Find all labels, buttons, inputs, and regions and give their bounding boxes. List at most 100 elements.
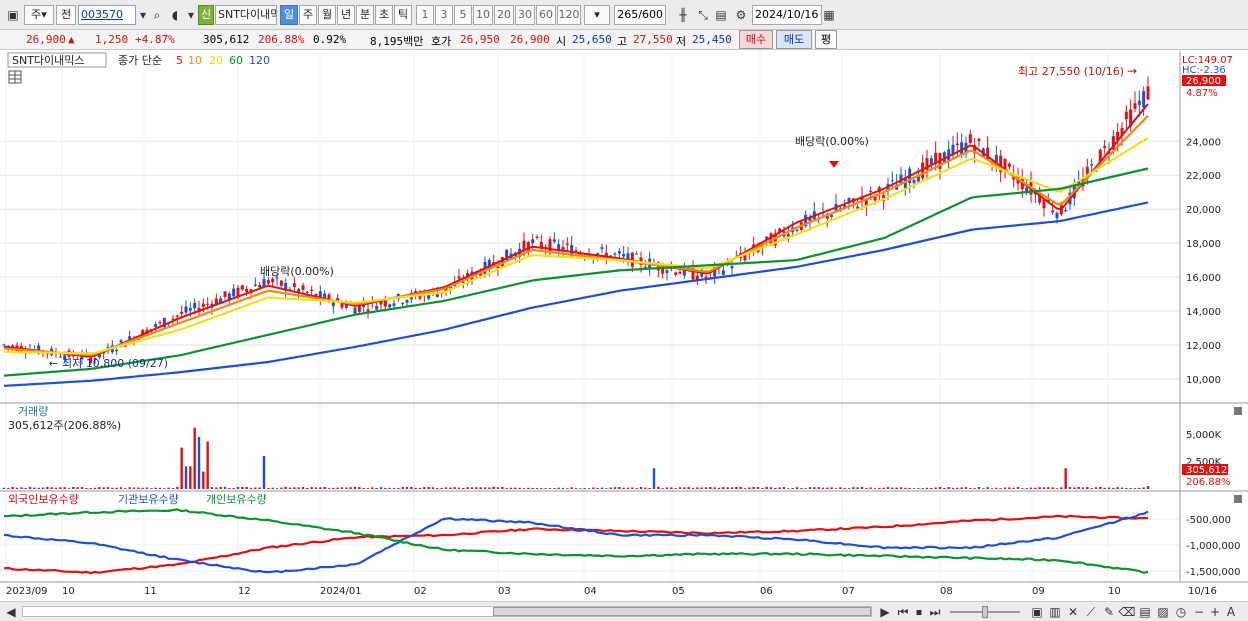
volume-bar xyxy=(700,487,703,489)
volume-bar xyxy=(453,487,456,489)
volume-bar xyxy=(119,487,123,489)
date-tick: 12 xyxy=(238,586,251,597)
volume-bar xyxy=(392,487,396,489)
period-minute[interactable]: 분 xyxy=(356,5,374,25)
count-field[interactable]: 265/600 xyxy=(614,5,666,25)
num-3[interactable]: 3 xyxy=(435,5,453,25)
volume-bar xyxy=(990,488,994,489)
candle-body xyxy=(301,285,305,290)
jeon-button[interactable]: 전 xyxy=(56,5,76,25)
auto-icon[interactable]: A xyxy=(1222,602,1240,621)
volume-bar xyxy=(150,488,153,489)
volume-bar xyxy=(505,488,508,489)
type-select[interactable]: 주▾ xyxy=(24,5,54,25)
scroll-bar[interactable]: ◀ ▶ ⏮ ⏹ ⏭ ▣ ▥ ✕ ⟋ ✎ ⌫ ▤ ▨ ◷ − + A xyxy=(0,601,1248,621)
draw-tool-icon[interactable]: ⤡ xyxy=(694,5,712,25)
volume-bar xyxy=(899,487,903,489)
scroll-left-icon[interactable]: ◀ xyxy=(2,602,20,621)
num-60[interactable]: 60 xyxy=(536,5,556,25)
zoom-slider-handle[interactable] xyxy=(982,606,988,618)
holder-tick-1000k: -1,000,000 xyxy=(1186,541,1241,552)
num-1[interactable]: 1 xyxy=(416,5,434,25)
volume-close-icon[interactable] xyxy=(1234,407,1242,415)
stock-chart[interactable]: 24,000 22,000 20,000 18,000 16,000 14,000 12,0… xyxy=(0,51,1248,601)
tool-icon[interactable]: ▣ xyxy=(1028,602,1046,621)
last-price-value: 26,900 xyxy=(1186,76,1221,87)
scroll-thumb[interactable] xyxy=(493,607,871,616)
date-field[interactable]: 2024/10/16 xyxy=(752,5,822,25)
line-tool-icon[interactable]: ⟋ xyxy=(1082,602,1100,621)
period-day[interactable]: 일 xyxy=(280,5,298,25)
candle-body xyxy=(266,280,270,284)
num-5[interactable]: 5 xyxy=(454,5,472,25)
volume-bar xyxy=(847,488,851,489)
pencil-icon[interactable]: ✎ xyxy=(1100,602,1118,621)
calendar-icon[interactable]: ▦ xyxy=(820,5,838,25)
volume-bar xyxy=(982,488,985,489)
scroll-right-icon[interactable]: ▶ xyxy=(876,602,894,621)
period-second[interactable]: 초 xyxy=(375,5,393,25)
eval-button[interactable]: 평 xyxy=(815,30,837,49)
date-tick: 2024/01 xyxy=(320,586,362,597)
num-10[interactable]: 10 xyxy=(473,5,493,25)
volume-bar xyxy=(951,487,955,489)
eraser-icon[interactable]: ⌫ xyxy=(1118,602,1136,621)
stock-name-field[interactable]: SNT다이내믹 xyxy=(215,5,277,25)
hoga-label: 호가 xyxy=(431,35,452,48)
image-icon[interactable]: ▨ xyxy=(1154,602,1172,621)
volume-bar xyxy=(843,488,846,489)
holder-tick-500k: -500,000 xyxy=(1186,515,1231,526)
price-change: 1,250 xyxy=(95,33,129,46)
open-price: 25,650 xyxy=(572,33,612,46)
volume-bar xyxy=(769,487,773,489)
price-tick: 18,000 xyxy=(1186,239,1221,250)
scroll-track[interactable] xyxy=(22,606,872,617)
candle-body xyxy=(678,272,682,274)
save-icon[interactable]: ▤ xyxy=(712,5,730,25)
volume-bar xyxy=(436,488,439,489)
volume-bar xyxy=(171,488,175,489)
trade-amount: 8,195백만 xyxy=(370,35,424,48)
candle-body xyxy=(457,276,461,279)
volume-bar xyxy=(1060,487,1063,489)
last-page-icon[interactable]: ⏭ xyxy=(926,602,944,621)
date-tick: 11 xyxy=(144,586,157,597)
candle-body xyxy=(535,236,539,238)
volume-bar xyxy=(544,488,547,489)
num-20[interactable]: 20 xyxy=(494,5,514,25)
search-icon[interactable]: ⌕ xyxy=(148,5,166,25)
gear-icon[interactable]: ⚙ xyxy=(732,5,750,25)
chart-type-icon[interactable]: ▤ xyxy=(1136,602,1154,621)
period-month[interactable]: 월 xyxy=(318,5,336,25)
layout-icon[interactable]: ▣ xyxy=(4,5,22,25)
buy-button[interactable]: 매수 xyxy=(739,30,773,49)
sell-button[interactable]: 매도 xyxy=(776,30,812,49)
num-120[interactable]: 120 xyxy=(557,5,581,25)
candle-body xyxy=(600,247,604,249)
volume-bar xyxy=(540,488,543,489)
clock-icon[interactable]: ◷ xyxy=(1172,602,1190,621)
volume-bar xyxy=(80,487,84,489)
volume-bar xyxy=(301,486,305,489)
interval-dropdown[interactable]: ▾ xyxy=(584,5,610,25)
candle-type-icon[interactable]: ╫ xyxy=(674,5,692,25)
holder-close-icon[interactable] xyxy=(1234,495,1242,503)
stock-code-input[interactable]: 003570 xyxy=(78,5,136,25)
volume-bar xyxy=(631,487,634,489)
period-year[interactable]: 년 xyxy=(337,5,355,25)
volume-bar xyxy=(999,488,1002,489)
volume-bar xyxy=(553,487,556,489)
cross-icon[interactable]: ✕ xyxy=(1064,602,1082,621)
volume-bar xyxy=(431,487,435,489)
num-30[interactable]: 30 xyxy=(515,5,535,25)
period-week[interactable]: 주 xyxy=(299,5,317,25)
volume-bar xyxy=(488,487,491,489)
volume-bar xyxy=(145,487,149,489)
volume-bar xyxy=(1047,487,1050,489)
period-tick[interactable]: 틱 xyxy=(394,5,412,25)
grid-icon[interactable]: ▥ xyxy=(1046,602,1064,621)
volume-bar xyxy=(501,486,504,489)
price-tick: 22,000 xyxy=(1186,171,1221,182)
volume-bar xyxy=(856,487,859,489)
volume-bar xyxy=(717,487,721,489)
